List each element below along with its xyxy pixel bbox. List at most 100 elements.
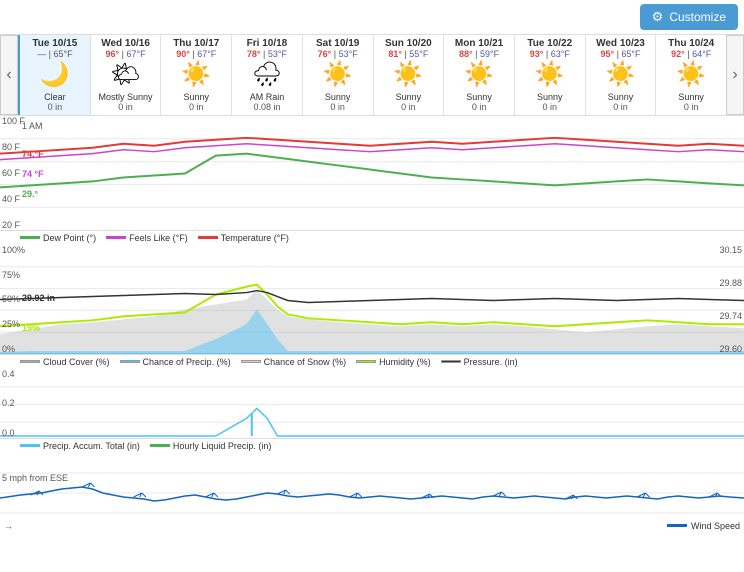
day-label: Tue 10/22 [517, 38, 583, 49]
nav-left-arrow[interactable]: ‹ [0, 35, 18, 115]
day-cell-3[interactable]: Fri 10/18 78° | 53°F 🌧 AM Rain 0.08 in [231, 35, 302, 115]
day-cell-5[interactable]: Sun 10/20 81° | 55°F ☀️ Sunny 0 in [373, 35, 444, 115]
legend-color [441, 360, 461, 363]
day-precip: 0 in [376, 102, 442, 112]
day-icon: ☀️ [163, 61, 229, 90]
customize-button[interactable]: ⚙ Customize [640, 4, 738, 30]
day-label: Wed 10/16 [93, 38, 159, 49]
legend-color [198, 236, 218, 239]
day-cell-0[interactable]: Tue 10/15 — | 65°F 🌙 Clear 0 in [18, 35, 90, 115]
day-desc: Mostly Sunny [93, 92, 159, 102]
day-label: Sat 10/19 [305, 38, 371, 49]
time-label: 1 AM [22, 121, 43, 131]
chart-section: 100 F80 F60 F40 F20 F 74.°F 74 °F 29.° 1… [0, 116, 744, 533]
pressure-chart: 100%75%50%25%0% 30.1529.8829.7429.60 29.… [0, 245, 744, 355]
legend-color [20, 444, 40, 447]
day-desc: Sunny [163, 92, 229, 102]
day-icon: 🌙 [22, 61, 88, 90]
temp-value-label: 74.°F [22, 149, 44, 159]
day-temps: 90° | 67°F [163, 49, 229, 59]
legend-text: Pressure. (in) [464, 357, 518, 367]
gear-icon: ⚙ [652, 9, 664, 25]
precip-left-label: 0.4 [2, 369, 15, 379]
legend-color [150, 444, 170, 447]
day-icon: ☀️ [305, 61, 371, 90]
day-precip: 0 in [163, 102, 229, 112]
pressure-legend-item: Cloud Cover (%) [20, 357, 110, 367]
legend-color [356, 360, 376, 363]
pressure-left-label: 0% [2, 344, 25, 354]
pressure-right-label: 29.60 [719, 344, 742, 354]
day-desc: Sunny [446, 92, 512, 102]
pressure-legend-item: Chance of Precip. (%) [120, 357, 231, 367]
legend-text: Chance of Precip. (%) [143, 357, 231, 367]
pressure-left-label: 25% [2, 319, 25, 329]
legend-color [120, 360, 140, 363]
legend-text: Precip. Accum. Total (in) [43, 441, 140, 451]
legend-color [20, 236, 40, 239]
pressure-left-label: 75% [2, 270, 25, 280]
day-desc: Sunny [517, 92, 583, 102]
precip-legend-item: Hourly Liquid Precip. (in) [150, 441, 272, 451]
forecast-row: ‹ Tue 10/15 — | 65°F 🌙 Clear 0 in Wed 10… [0, 34, 744, 116]
customize-label: Customize [669, 10, 726, 24]
day-temps: 78° | 53°F [234, 49, 300, 59]
temp-y-labels: 100 F80 F60 F40 F20 F [2, 116, 25, 230]
temp-y-label: 20 F [2, 220, 25, 230]
day-temps: 96° | 67°F [93, 49, 159, 59]
pressure-value-label: 29.92 in [22, 293, 55, 303]
legend-text: Humidity (%) [379, 357, 431, 367]
day-cell-9[interactable]: Thu 10/24 92° | 64°F ☀️ Sunny 0 in [655, 35, 726, 115]
day-precip: 0 in [93, 102, 159, 112]
day-cell-7[interactable]: Tue 10/22 93° | 63°F ☀️ Sunny 0 in [514, 35, 585, 115]
temp-y-label: 100 F [2, 116, 25, 126]
day-temps: 81° | 55°F [376, 49, 442, 59]
day-label: Wed 10/23 [588, 38, 654, 49]
temp-legend-item: Feels Like (°F) [106, 233, 188, 243]
temp-y-label: 40 F [2, 194, 25, 204]
wind-chart: 5 mph from ESE Wi [0, 453, 744, 533]
precip-chart: 0.40.20.0 [0, 369, 744, 439]
day-desc: AM Rain [234, 92, 300, 102]
day-desc: Sunny [305, 92, 371, 102]
legend-color [106, 236, 126, 239]
nav-right-arrow[interactable]: › [726, 35, 744, 115]
wind-legend-row: Wind Speed [667, 521, 740, 531]
wind-speed-label: 5 mph from ESE [2, 473, 68, 483]
temp-y-label: 80 F [2, 142, 25, 152]
day-desc: Sunny [376, 92, 442, 102]
day-precip: 0 in [517, 102, 583, 112]
day-precip: 0 in [22, 102, 88, 112]
pressure-legend-item: Chance of Snow (%) [241, 357, 347, 367]
wind-legend-label: Wind Speed [691, 521, 740, 531]
day-cell-8[interactable]: Wed 10/23 95° | 65°F ☀️ Sunny 0 in [585, 35, 656, 115]
day-cell-1[interactable]: Wed 10/16 96° | 67°F 🌤 Mostly Sunny 0 in [90, 35, 161, 115]
pressure-right-label: 29.74 [719, 311, 742, 321]
day-cell-4[interactable]: Sat 10/19 76° | 53°F ☀️ Sunny 0 in [302, 35, 373, 115]
top-bar: ⚙ Customize [0, 0, 744, 34]
day-cell-6[interactable]: Mon 10/21 88° | 59°F ☀️ Sunny 0 in [443, 35, 514, 115]
temp-legend-row: Dew Point (°) Feels Like (°F) Temperature … [0, 231, 744, 245]
day-precip: 0 in [305, 102, 371, 112]
legend-text: Temperature (°F) [221, 233, 289, 243]
day-cell-2[interactable]: Thu 10/17 90° | 67°F ☀️ Sunny 0 in [160, 35, 231, 115]
wind-chart-svg [0, 453, 744, 533]
pressure-legend-item: Pressure. (in) [441, 357, 518, 367]
legend-text: Dew Point (°) [43, 233, 96, 243]
day-label: Thu 10/17 [163, 38, 229, 49]
day-label: Fri 10/18 [234, 38, 300, 49]
day-label: Sun 10/20 [376, 38, 442, 49]
day-temps: 93° | 63°F [517, 49, 583, 59]
day-icon: ☀️ [658, 61, 724, 90]
pressure-left-labels: 100%75%50%25%0% [2, 245, 25, 354]
wind-legend-line [667, 524, 687, 527]
day-label: Mon 10/21 [446, 38, 512, 49]
pressure-legend-row: Cloud Cover (%) Chance of Precip. (%) Chan… [0, 355, 744, 369]
day-precip: 0 in [658, 102, 724, 112]
precip-left-labels: 0.40.20.0 [2, 369, 15, 438]
pressure-right-label: 29.88 [719, 278, 742, 288]
day-temps: 95° | 65°F [588, 49, 654, 59]
day-icon: ☀️ [588, 61, 654, 90]
day-precip: 0 in [588, 102, 654, 112]
pressure-right-label: 30.15 [719, 245, 742, 255]
